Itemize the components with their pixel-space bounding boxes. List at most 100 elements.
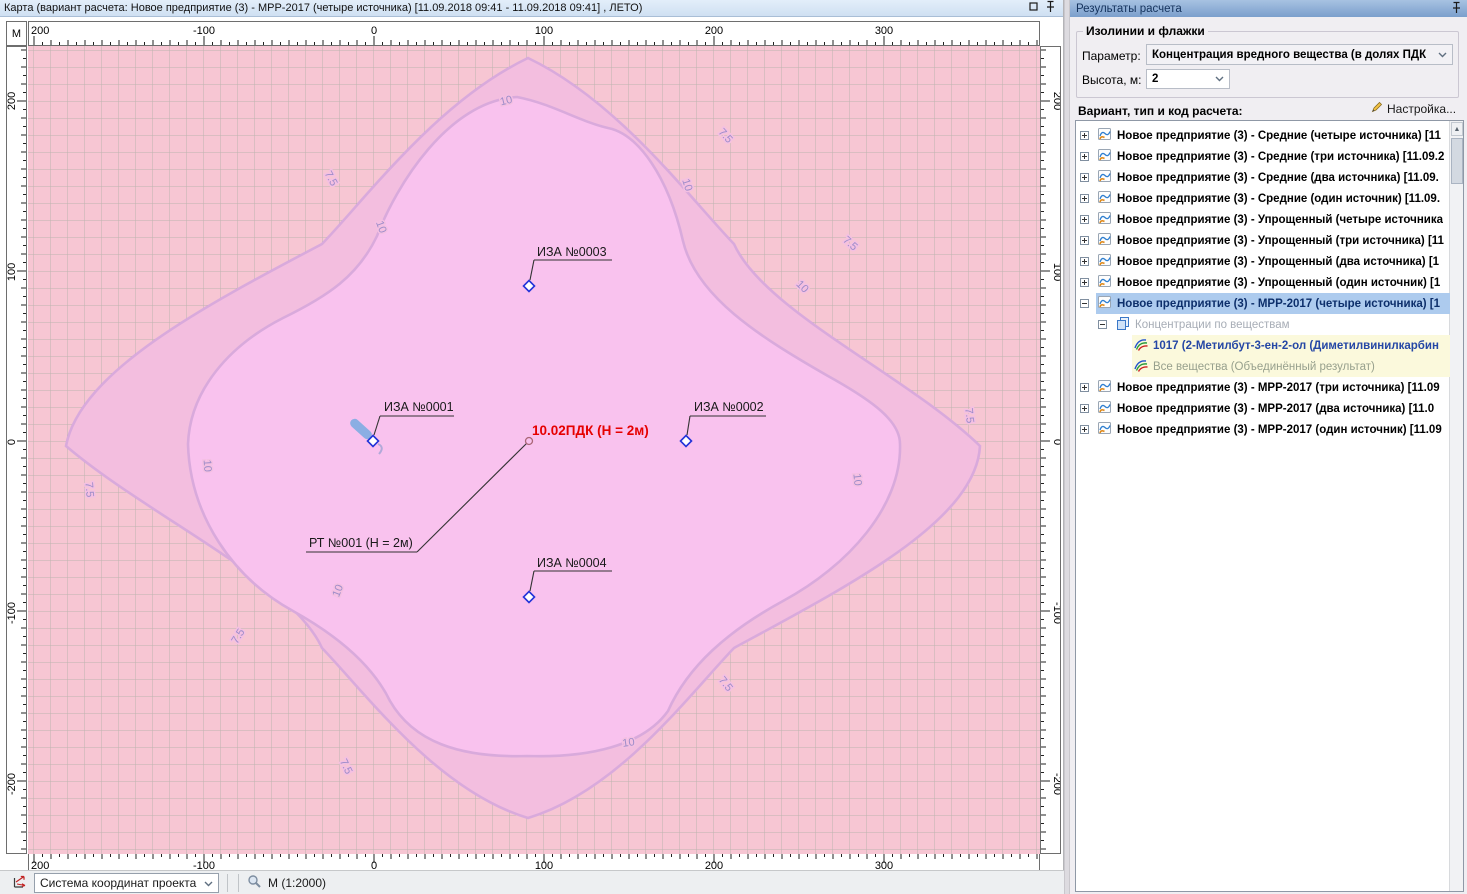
calc-variant-icon [1098, 190, 1112, 207]
map-window: Карта (вариант расчета: Новое предприяти… [0, 0, 1064, 894]
settings-button[interactable]: Настройка... [1370, 101, 1456, 117]
expand-icon[interactable] [1080, 152, 1089, 164]
restore-window-icon[interactable] [1029, 2, 1038, 14]
variants-tree: ▲ Новое предприятие (3) - Средние (четыр… [1075, 120, 1464, 892]
tree-row[interactable]: 1017 (2-Метилбут-3-ен-2-ол (Диметилвинил… [1076, 335, 1450, 356]
tree-row-content[interactable]: Новое предприятие (3) - Упрощенный (три … [1096, 230, 1450, 251]
coordinate-system-select[interactable]: Система координат проекта [34, 873, 219, 893]
tree-row-content[interactable]: Новое предприятие (3) - Средние (два ист… [1096, 167, 1450, 188]
isoline-value-label: 10 [622, 736, 636, 750]
calc-variant-icon [1098, 211, 1112, 228]
isoline-value-label: 10 [201, 459, 214, 472]
collapse-icon[interactable] [1080, 299, 1089, 311]
height-select[interactable]: 2 [1146, 69, 1230, 89]
height-label: Высота, м: [1082, 73, 1141, 87]
expand-icon[interactable] [1080, 173, 1089, 185]
collapse-icon[interactable] [1098, 320, 1107, 332]
svg-text:0: 0 [371, 25, 377, 37]
tree-row[interactable]: Все вещества (Объединённый результат) [1076, 356, 1450, 377]
expand-icon[interactable] [1080, 131, 1089, 143]
calc-variant-icon [1098, 400, 1112, 417]
tree-row-label: Все вещества (Объединённый результат) [1153, 361, 1375, 373]
tree-row[interactable]: Новое предприятие (3) - Средние (четыре … [1076, 125, 1450, 146]
calc-point-marker[interactable] [526, 438, 533, 445]
map-titlebar[interactable]: Карта (вариант расчета: Новое предприяти… [0, 0, 1063, 17]
pencil-icon [1370, 101, 1383, 117]
svg-text:300: 300 [875, 25, 893, 37]
tree-row-content[interactable]: Новое предприятие (3) - Средние (один ис… [1096, 188, 1450, 209]
tree-row-content[interactable]: Новое предприятие (3) - Упрощенный (два … [1096, 251, 1450, 272]
expand-icon[interactable] [1080, 236, 1089, 248]
calc-variant-icon [1098, 379, 1112, 396]
tree-row[interactable]: Новое предприятие (3) - Упрощенный (три … [1076, 230, 1450, 251]
tree-row-content[interactable]: Новое предприятие (3) - МРР-2017 (два ис… [1096, 398, 1450, 419]
isolines-groupbox-title: Изолинии и флажки [1083, 24, 1208, 38]
expand-icon[interactable] [1080, 257, 1089, 269]
pin-icon[interactable] [1452, 1, 1461, 17]
tree-row[interactable]: Новое предприятие (3) - Средние (два ист… [1076, 167, 1450, 188]
expand-icon[interactable] [1080, 383, 1089, 395]
tree-row[interactable]: Новое предприятие (3) - МРР-2017 (один и… [1076, 419, 1450, 440]
results-panel-title: Результаты расчета [1076, 3, 1182, 15]
tree-scrollbar[interactable]: ▲ [1449, 121, 1463, 891]
tree-row-content[interactable]: Новое предприятие (3) - Упрощенный (один… [1096, 272, 1450, 293]
tree-row-content[interactable]: Новое предприятие (3) - МРР-2017 (один и… [1096, 419, 1450, 440]
svg-text:0: 0 [7, 439, 18, 445]
marker-label: ИЗА №0002 [694, 400, 764, 414]
map-canvas[interactable]: 7.57.57.57.57.57.57.57.51010101010101010… [28, 46, 1040, 854]
ruler-ticks: 200-1000100200300 [29, 854, 1039, 871]
expand-icon[interactable] [1080, 404, 1089, 416]
svg-text:0: 0 [1051, 439, 1060, 445]
expand-icon[interactable] [1080, 215, 1089, 227]
pin-icon[interactable] [1046, 0, 1055, 16]
tree-row-content[interactable]: Новое предприятие (3) - Упрощенный (четы… [1096, 209, 1450, 230]
tree-row[interactable]: Новое предприятие (3) - Упрощенный (четы… [1076, 209, 1450, 230]
tree-row-content[interactable]: Новое предприятие (3) - Средние (три ист… [1096, 146, 1450, 167]
tree-row-content[interactable]: Концентрации по веществам [1114, 314, 1450, 335]
isoline-value-label: 7.5 [962, 407, 976, 424]
svg-text:200: 200 [1051, 92, 1060, 110]
svg-text:-100: -100 [1051, 602, 1060, 624]
tree-row-label: Новое предприятие (3) - Средние (один ис… [1117, 193, 1440, 205]
tree-row[interactable]: Новое предприятие (3) - МРР-2017 (четыре… [1076, 293, 1450, 314]
expand-icon[interactable] [1080, 194, 1089, 206]
tree-row-content[interactable]: Все вещества (Объединённый результат) [1132, 356, 1450, 377]
scroll-up-icon[interactable]: ▲ [1451, 122, 1463, 136]
map-scale-label: М (1:2000) [268, 876, 326, 890]
chevron-down-icon [1215, 73, 1224, 85]
coordinate-axes-icon [12, 873, 28, 892]
tree-row[interactable]: Новое предприятие (3) - Упрощенный (один… [1076, 272, 1450, 293]
tree-row[interactable]: Новое предприятие (3) - Средние (один ис… [1076, 188, 1450, 209]
parameter-select[interactable]: Концентрация вредного вещества (в долях … [1146, 44, 1453, 65]
svg-text:200: 200 [31, 25, 49, 37]
svg-text:100: 100 [535, 25, 553, 37]
tree-row[interactable]: Новое предприятие (3) - Средние (три ист… [1076, 146, 1450, 167]
marker-label: ИЗА №0001 [384, 400, 454, 414]
tree-row[interactable]: Новое предприятие (3) - МРР-2017 (три ис… [1076, 377, 1450, 398]
tree-row-label: Новое предприятие (3) - Упрощенный (два … [1117, 256, 1439, 268]
calc-variant-icon [1098, 253, 1112, 270]
tree-row[interactable]: Новое предприятие (3) - МРР-2017 (два ис… [1076, 398, 1450, 419]
tree-row-content[interactable]: Новое предприятие (3) - МРР-2017 (четыре… [1096, 293, 1450, 314]
scrollbar-thumb[interactable] [1451, 138, 1463, 184]
expand-icon[interactable] [1080, 278, 1089, 290]
calc-variant-icon [1098, 127, 1112, 144]
variants-list-label: Вариант, тип и код расчета: [1078, 104, 1243, 118]
marker-label: ИЗА №0004 [537, 556, 607, 570]
tree-row-label: Новое предприятие (3) - Средние (четыре … [1117, 130, 1441, 142]
ruler-left: 2001000-100-200 [6, 46, 27, 854]
tree-row-content[interactable]: Новое предприятие (3) - МРР-2017 (три ис… [1096, 377, 1450, 398]
expand-icon[interactable] [1080, 425, 1089, 437]
svg-text:-200: -200 [7, 773, 18, 795]
height-value: 2 [1152, 73, 1158, 85]
tree-row[interactable]: Новое предприятие (3) - Упрощенный (два … [1076, 251, 1450, 272]
tree-row-content[interactable]: Новое предприятие (3) - Средние (четыре … [1096, 125, 1450, 146]
magnifier-icon[interactable] [247, 874, 262, 892]
statusbar-separator [227, 874, 228, 892]
tree-row[interactable]: Концентрации по веществам [1076, 314, 1450, 335]
calc-variant-icon [1098, 274, 1112, 291]
results-panel-header[interactable]: Результаты расчета [1070, 0, 1467, 17]
parameter-label: Параметр: [1082, 49, 1141, 63]
parameter-value: Концентрация вредного вещества (в долях … [1152, 49, 1426, 61]
tree-row-content[interactable]: 1017 (2-Метилбут-3-ен-2-ол (Диметилвинил… [1132, 335, 1450, 356]
